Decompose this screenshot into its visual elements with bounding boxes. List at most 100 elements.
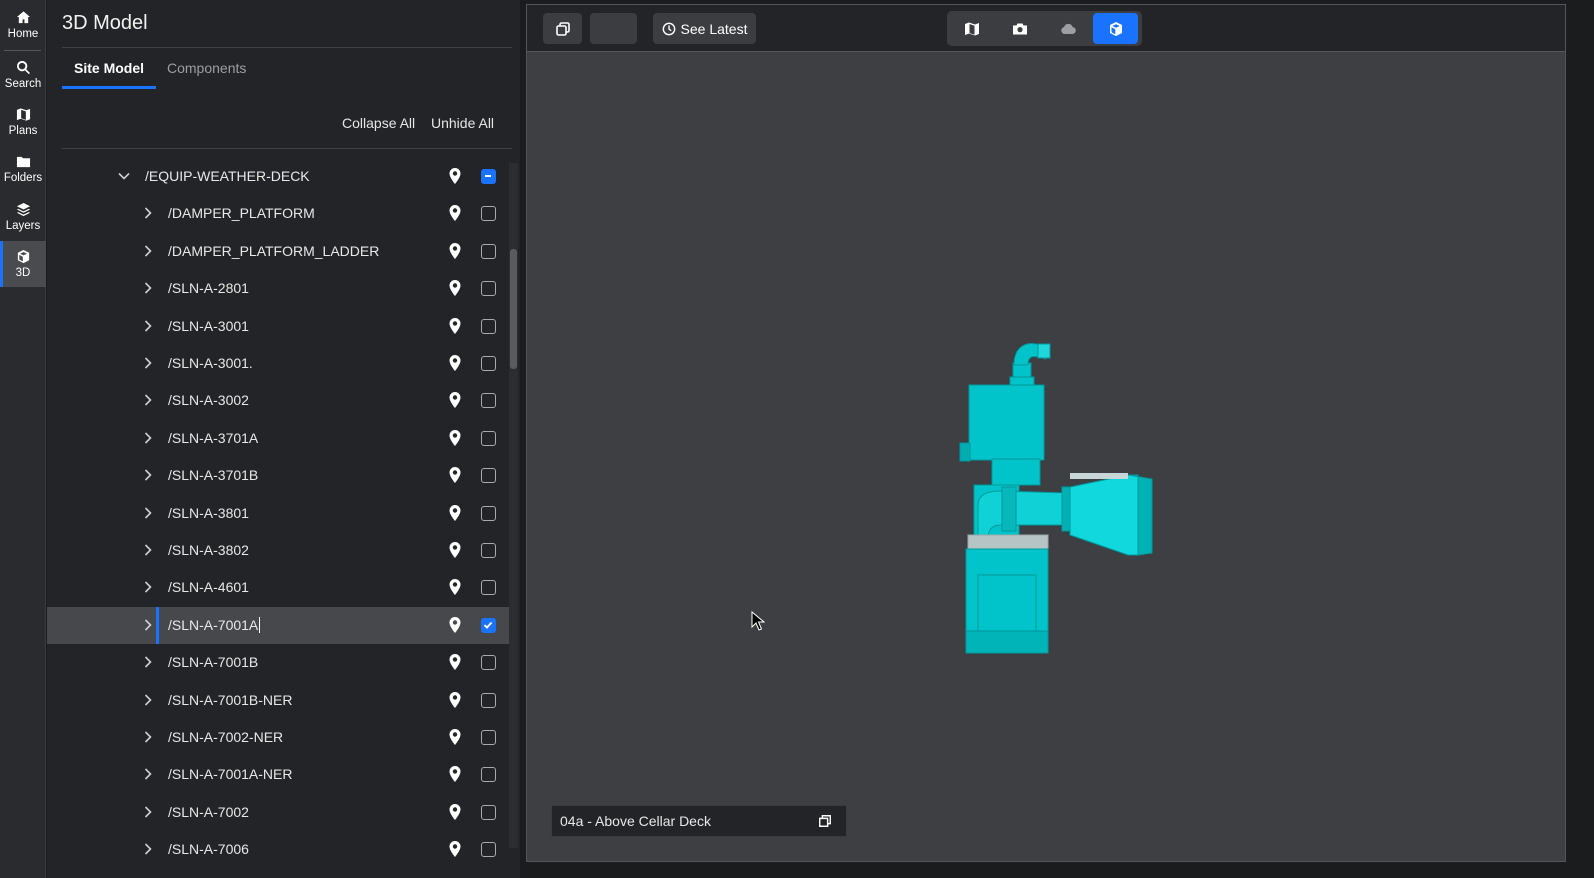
tree-row[interactable]: /DAMPER_PLATFORM_LADDER [47,233,509,270]
chevron-right-icon[interactable] [141,618,155,632]
mode-pointcloud-button[interactable] [1045,13,1090,44]
visibility-checkbox[interactable] [481,842,496,857]
tree-row[interactable]: /SLN-A-3701A [47,420,509,457]
chevron-right-icon[interactable] [141,506,155,520]
tree-row[interactable]: /SLN-A-7002 [47,794,509,831]
floor-selector[interactable]: 04a - Above Cellar Deck [551,805,847,837]
visibility-checkbox[interactable] [481,506,496,521]
tree-row[interactable]: /SLN-A-7001A-NER [47,756,509,793]
tree-row[interactable]: /SLN-A-7002-NER [47,719,509,756]
location-pin-icon[interactable] [448,168,462,184]
tree-row[interactable]: /SLN-A-3001 [47,308,509,345]
mode-3d-button[interactable] [1093,13,1138,44]
visibility-checkbox[interactable] [481,244,496,259]
location-pin-icon[interactable] [448,654,462,670]
chevron-right-icon[interactable] [141,393,155,407]
chevron-right-icon[interactable] [141,319,155,333]
nav-item-3d[interactable]: 3D [0,241,46,287]
location-pin-icon[interactable] [448,205,462,221]
location-pin-icon[interactable] [448,355,462,371]
scrollbar-thumb[interactable] [510,249,517,369]
3d-viewer[interactable]: See Latest 04a - Above Cellar Deck [526,4,1566,862]
chevron-right-icon[interactable] [141,206,155,220]
nav-item-plans[interactable]: Plans [0,99,46,145]
tree-scrollbar[interactable] [509,163,518,848]
chevron-right-icon[interactable] [141,543,155,557]
chevron-right-icon[interactable] [141,281,155,295]
visibility-checkbox[interactable] [481,805,496,820]
camera-icon [1012,23,1027,34]
location-pin-icon[interactable] [448,729,462,745]
visibility-checkbox-checked[interactable] [481,618,496,633]
location-pin-icon[interactable] [448,467,462,483]
mode-plan-button[interactable] [949,13,994,44]
chevron-right-icon[interactable] [141,693,155,707]
location-pin-icon[interactable] [448,430,462,446]
see-latest-button[interactable]: See Latest [653,13,756,44]
tree-row-parent[interactable]: /EQUIP-WEATHER-DECK [47,158,509,195]
tree-row[interactable]: /SLN-A-7001A [47,607,509,644]
visibility-checkbox[interactable] [481,319,496,334]
tree-row[interactable]: /SLN-A-3701B [47,457,509,494]
tree-row[interactable]: /SLN-A-3002 [47,382,509,419]
chevron-right-icon[interactable] [141,356,155,370]
visibility-checkbox[interactable] [481,356,496,371]
chevron-right-icon[interactable] [141,767,155,781]
chevron-right-icon[interactable] [141,468,155,482]
chevron-down-icon[interactable] [117,169,131,183]
visibility-checkbox[interactable] [481,468,496,483]
location-pin-icon[interactable] [448,243,462,259]
visibility-checkbox[interactable] [481,655,496,670]
tree-row[interactable]: /SLN-A-7001B [47,644,509,681]
chevron-right-icon[interactable] [141,431,155,445]
visibility-checkbox[interactable] [481,767,496,782]
visibility-checkbox[interactable] [481,693,496,708]
location-pin-icon[interactable] [448,692,462,708]
tree-row[interactable]: /SLN-A-3802 [47,532,509,569]
tree-row[interactable]: /SLN-A-7006 [47,831,509,858]
location-pin-icon[interactable] [448,542,462,558]
visibility-checkbox[interactable] [481,431,496,446]
tree-row[interactable]: /SLN-A-3801 [47,495,509,532]
tree-row[interactable]: /SLN-A-4601 [47,569,509,606]
tab-site-model[interactable]: Site Model [74,60,144,76]
location-pin-icon[interactable] [448,280,462,296]
location-pin-icon[interactable] [448,318,462,334]
mode-photo-button[interactable] [997,13,1042,44]
empty-toolbar-button[interactable] [590,13,637,44]
chevron-right-icon[interactable] [141,805,155,819]
copy-icon[interactable] [818,814,832,828]
visibility-checkbox[interactable] [481,206,496,221]
tab-components[interactable]: Components [167,60,246,76]
tree-row[interactable]: /SLN-A-3001. [47,345,509,382]
visibility-checkbox[interactable] [481,580,496,595]
chevron-right-icon[interactable] [141,730,155,744]
visibility-checkbox[interactable] [481,281,496,296]
visibility-checkbox[interactable] [481,543,496,558]
location-pin-icon[interactable] [448,617,462,633]
location-pin-icon[interactable] [448,766,462,782]
nav-item-home[interactable]: Home [0,2,46,48]
location-pin-icon[interactable] [448,392,462,408]
3d-model-render[interactable] [942,335,1162,655]
chevron-right-icon[interactable] [141,842,155,856]
unhide-all-button[interactable]: Unhide All [431,115,494,131]
visibility-checkbox-partial[interactable] [481,169,496,184]
nav-item-search[interactable]: Search [0,52,46,98]
collapse-all-button[interactable]: Collapse All [342,115,415,131]
chevron-right-icon[interactable] [141,244,155,258]
tree-row[interactable]: /DAMPER_PLATFORM [47,195,509,232]
tree-row[interactable]: /SLN-A-2801 [47,270,509,307]
visibility-checkbox[interactable] [481,730,496,745]
location-pin-icon[interactable] [448,841,462,857]
split-view-button[interactable] [543,13,582,44]
tree-row[interactable]: /SLN-A-7001B-NER [47,682,509,719]
location-pin-icon[interactable] [448,804,462,820]
visibility-checkbox[interactable] [481,393,496,408]
location-pin-icon[interactable] [448,505,462,521]
nav-item-layers[interactable]: Layers [0,194,46,240]
chevron-right-icon[interactable] [141,655,155,669]
nav-item-folders[interactable]: Folders [0,146,46,192]
location-pin-icon[interactable] [448,579,462,595]
chevron-right-icon[interactable] [141,580,155,594]
